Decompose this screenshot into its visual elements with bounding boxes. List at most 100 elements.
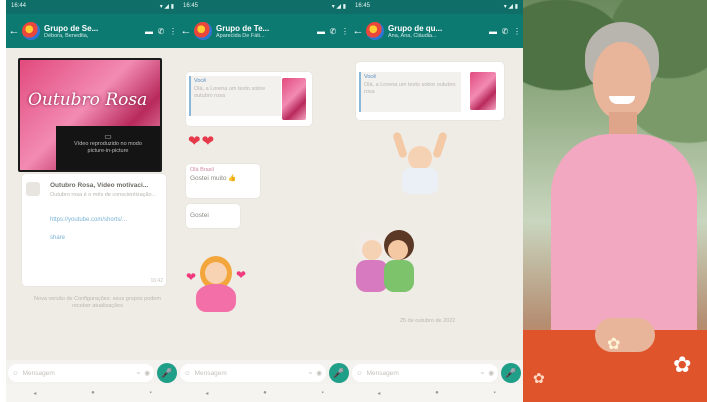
reply-thumbnail bbox=[470, 72, 496, 110]
message-input-bar: ☺ Mensagem ⌁ ◉ 🎤 bbox=[8, 362, 177, 384]
pip-video-overlay[interactable]: ▭ Vídeo reproduzido no modo picture-in-p… bbox=[56, 126, 160, 170]
voice-call-icon[interactable]: ✆ bbox=[327, 27, 339, 36]
message-text: Gostei bbox=[190, 212, 209, 219]
mic-icon: 🎤 bbox=[505, 367, 517, 378]
banner-text: Outubro Rosa bbox=[28, 90, 148, 110]
reply-message[interactable]: Você Olá, a Lorena um texto sobre outubr… bbox=[356, 62, 504, 120]
reply-thumbnail bbox=[282, 78, 306, 120]
status-icons: ▾ ◢ ▮ bbox=[331, 4, 346, 10]
group-info[interactable]: Grupo de Te... Aparecida De Fáti... bbox=[216, 24, 315, 39]
reply-quote: Você Olá, a Lorena um texto sobre outubr… bbox=[189, 76, 281, 116]
nav-back-icon[interactable]: ◂ bbox=[33, 390, 36, 397]
pip-icon: ▭ bbox=[104, 132, 112, 141]
sticker-heart-right: ❤ bbox=[235, 268, 246, 282]
chat-area: Você Olá, a Lorena um texto sobre outubr… bbox=[178, 48, 351, 360]
sticker-face-grandma bbox=[362, 240, 382, 260]
outubro-rosa-banner[interactable]: Outubro Rosa ▭ Vídeo reproduzido no modo… bbox=[18, 58, 162, 172]
system-nav-bar: ◂ ● ▪ bbox=[178, 384, 351, 402]
reply-message[interactable]: Você Olá, a Lorena um texto sobre outubr… bbox=[186, 72, 312, 126]
link-thumbnail bbox=[26, 182, 40, 196]
group-info[interactable]: Grupo de Se... Débora, Benedita, bbox=[44, 24, 143, 39]
chat-header: ← Grupo de qu... Ana, Ana, Cláudia... ▬ … bbox=[350, 14, 523, 48]
daisy-flower: ✿ bbox=[673, 352, 692, 377]
text-message[interactable]: Gostei bbox=[186, 204, 240, 228]
video-call-icon[interactable]: ▬ bbox=[143, 27, 155, 36]
message-input[interactable]: ☺ Mensagem ⌁ ◉ bbox=[180, 364, 326, 382]
camera-icon[interactable]: ◉ bbox=[488, 369, 494, 377]
status-icons: ▾ ◢ ▮ bbox=[159, 4, 174, 10]
nav-home-icon[interactable]: ● bbox=[263, 390, 267, 396]
mic-icon: 🎤 bbox=[161, 367, 173, 378]
group-avatar[interactable] bbox=[194, 22, 212, 40]
daisy-flower: ✿ bbox=[533, 370, 545, 386]
status-time: 16:44 bbox=[11, 3, 27, 9]
emoji-icon[interactable]: ☺ bbox=[356, 370, 363, 377]
mic-icon: 🎤 bbox=[333, 367, 345, 378]
chat-header: ← Grupo de Se... Débora, Benedita, ▬ ✆ ⋮ bbox=[6, 14, 179, 48]
back-arrow-icon[interactable]: ← bbox=[8, 25, 20, 37]
voice-call-icon[interactable]: ✆ bbox=[155, 27, 167, 36]
message-text: Gostei muito 👍 bbox=[190, 175, 237, 182]
reply-text: Olá, a Lorena um texto sobre outubro ros… bbox=[364, 82, 456, 95]
input-placeholder: Mensagem bbox=[366, 369, 399, 377]
status-icons: ▾ ◢ ▮ bbox=[503, 4, 518, 10]
hug-sticker[interactable] bbox=[354, 228, 418, 294]
doll-sticker[interactable]: ❤ ❤ bbox=[186, 248, 246, 316]
photo-hands bbox=[595, 318, 655, 352]
mic-button[interactable]: 🎤 bbox=[329, 363, 349, 383]
back-arrow-icon[interactable]: ← bbox=[352, 25, 364, 37]
message-input[interactable]: ☺ Mensagem ⌁ ◉ bbox=[352, 364, 498, 382]
reply-sender: Você bbox=[194, 78, 207, 84]
status-bar: 16:45 ▾ ◢ ▮ bbox=[350, 0, 523, 14]
nav-recent-icon[interactable]: ▪ bbox=[493, 390, 495, 396]
camera-icon[interactable]: ◉ bbox=[144, 369, 150, 377]
link-url[interactable]: https://youtube.com/shorts/... bbox=[50, 216, 160, 224]
attach-icon[interactable]: ⌁ bbox=[308, 369, 312, 377]
message-input[interactable]: ☺ Mensagem ⌁ ◉ bbox=[8, 364, 154, 382]
mic-button[interactable]: 🎤 bbox=[157, 363, 177, 383]
emoji-icon[interactable]: ☺ bbox=[184, 370, 191, 377]
reply-sender: Você bbox=[364, 74, 377, 80]
message-input-bar: ☺ Mensagem ⌁ ◉ 🎤 bbox=[180, 362, 349, 384]
attach-icon[interactable]: ⌁ bbox=[136, 369, 140, 377]
video-call-icon[interactable]: ▬ bbox=[315, 27, 327, 36]
photo-smile bbox=[609, 96, 635, 104]
sticker-arm-left bbox=[392, 131, 408, 159]
back-arrow-icon[interactable]: ← bbox=[180, 25, 192, 37]
system-note: Nova versão de Configurações: seus grupo… bbox=[34, 296, 161, 309]
link-tag[interactable]: share bbox=[50, 234, 65, 242]
footer-date: 25 de outubro de 2022 bbox=[400, 318, 456, 324]
phone-screen-1: 16:44 ▾ ◢ ▮ ← Grupo de Se... Débora, Ben… bbox=[6, 0, 179, 402]
status-bar: 16:44 ▾ ◢ ▮ bbox=[6, 0, 179, 14]
input-placeholder: Mensagem bbox=[22, 369, 55, 377]
sticker-face bbox=[205, 262, 227, 284]
link-preview-message[interactable]: Outubro Rosa, Vídeo motivaci... Outubro … bbox=[22, 174, 166, 286]
nav-back-icon[interactable]: ◂ bbox=[377, 390, 380, 397]
nav-home-icon[interactable]: ● bbox=[91, 390, 95, 396]
nav-recent-icon[interactable]: ▪ bbox=[321, 390, 323, 396]
reply-quote: Você Olá, a Lorena um texto sobre outubr… bbox=[359, 72, 461, 112]
group-info[interactable]: Grupo de qu... Ana, Ana, Cláudia... bbox=[388, 24, 487, 39]
mic-button[interactable]: 🎤 bbox=[501, 363, 521, 383]
group-title: Grupo de Te... bbox=[216, 23, 270, 33]
nav-home-icon[interactable]: ● bbox=[435, 390, 439, 396]
text-message[interactable]: Olá Brasil Gostei muito 👍 bbox=[186, 164, 260, 198]
video-call-icon[interactable]: ▬ bbox=[487, 27, 499, 36]
attach-icon[interactable]: ⌁ bbox=[480, 369, 484, 377]
emoji-icon[interactable]: ☺ bbox=[12, 370, 19, 377]
overflow-menu-icon[interactable]: ⋮ bbox=[511, 27, 523, 36]
link-title: Outubro Rosa, Vídeo motivaci... bbox=[50, 182, 149, 189]
group-subtitle: Débora, Benedita, bbox=[44, 32, 89, 39]
baby-sticker[interactable] bbox=[390, 131, 450, 196]
camera-icon[interactable]: ◉ bbox=[316, 369, 322, 377]
group-avatar[interactable] bbox=[22, 22, 40, 40]
voice-call-icon[interactable]: ✆ bbox=[499, 27, 511, 36]
message-sender: Olá Brasil bbox=[190, 167, 214, 173]
message-input-bar: ☺ Mensagem ⌁ ◉ 🎤 bbox=[352, 362, 521, 384]
hearts-message[interactable]: ❤❤ bbox=[188, 132, 215, 150]
group-avatar[interactable] bbox=[366, 22, 384, 40]
nav-back-icon[interactable]: ◂ bbox=[205, 390, 208, 397]
nav-recent-icon[interactable]: ▪ bbox=[149, 390, 151, 396]
photo-shirt bbox=[551, 134, 697, 334]
group-title: Grupo de qu... bbox=[388, 23, 443, 33]
